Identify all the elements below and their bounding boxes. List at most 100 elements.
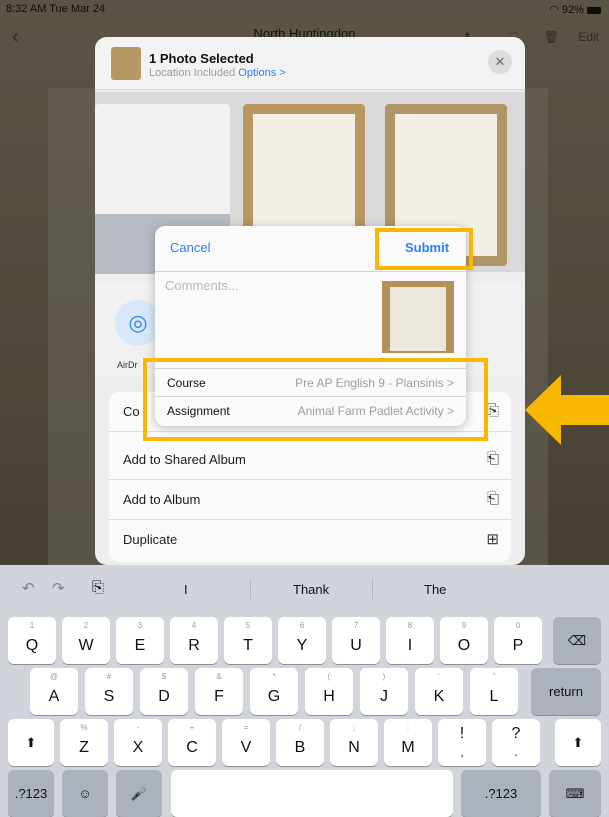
shared-album-icon: ⎗ xyxy=(486,450,499,467)
letter-key[interactable]: + C xyxy=(168,719,216,766)
key-hint: @ xyxy=(49,672,59,681)
key-label: P xyxy=(512,637,524,654)
letter-key[interactable]: :M xyxy=(384,719,432,766)
letter-key[interactable]: # S xyxy=(85,668,133,715)
key-label: N xyxy=(348,739,360,756)
comments-input[interactable]: Comments... xyxy=(165,278,380,353)
key-hint: - xyxy=(136,723,140,732)
letter-key[interactable]: 5T xyxy=(224,617,272,664)
letter-key[interactable]: -X xyxy=(114,719,162,766)
emoji-key[interactable]: ☺ xyxy=(62,770,108,817)
key-hint: + xyxy=(189,723,195,732)
letter-key[interactable]: % Z xyxy=(60,719,108,766)
letter-key[interactable]: 3E xyxy=(116,617,164,664)
letter-key[interactable]: ?. xyxy=(492,719,540,766)
action-add-shared-album[interactable]: Add to Shared Album ⎗ xyxy=(109,440,511,480)
letter-key[interactable]: ' K xyxy=(415,668,463,715)
share-title: 1 Photo Selected xyxy=(149,51,254,66)
dismiss-keyboard-key[interactable]: ⌨ xyxy=(549,770,601,817)
dictation-key[interactable]: 🎤 xyxy=(116,770,162,817)
key-secondary-label: . xyxy=(514,745,518,759)
redo-icon[interactable]: ↷ xyxy=(52,579,65,597)
letter-key[interactable]: @ A xyxy=(30,668,78,715)
key-hint: 5 xyxy=(245,621,251,630)
key-hint: 6 xyxy=(299,621,305,630)
letter-key[interactable]: " L xyxy=(470,668,518,715)
options-link[interactable]: Options > xyxy=(238,67,285,79)
cancel-button[interactable]: Cancel xyxy=(170,240,210,255)
keyboard-dismiss-icon: ⌨ xyxy=(565,786,585,801)
letter-key[interactable]: = V xyxy=(222,719,270,766)
microphone-icon: 🎤 xyxy=(130,786,148,801)
letter-key[interactable]: 0P xyxy=(494,617,542,664)
key-hint: ' xyxy=(438,672,440,681)
key-label: Y xyxy=(296,637,308,654)
letter-key[interactable]: 6Y xyxy=(278,617,326,664)
numbers-label: .?123 xyxy=(14,786,48,801)
return-label: return xyxy=(549,684,583,699)
key-label: ! xyxy=(459,725,465,742)
key-hint: 2 xyxy=(83,621,89,630)
add-album-icon: ⎗ xyxy=(486,490,499,507)
rows-highlight-box xyxy=(143,358,488,441)
letter-key[interactable]: 8I xyxy=(386,617,434,664)
copy-icon: ⎘ xyxy=(486,402,499,419)
key-label: E xyxy=(134,637,146,654)
letter-key[interactable]: $ D xyxy=(140,668,188,715)
key-hint: 1 xyxy=(29,621,35,630)
shift-icon: ⬆ xyxy=(572,735,584,750)
key-label: V xyxy=(240,739,252,756)
key-label: J xyxy=(380,688,388,705)
letter-key[interactable]: (H xyxy=(305,668,353,715)
undo-icon[interactable]: ↶ xyxy=(22,579,35,597)
space-bar[interactable] xyxy=(171,770,453,817)
shift-icon: ⬆ xyxy=(25,735,37,750)
suggestion-3[interactable]: The xyxy=(424,582,446,597)
key-hint: % xyxy=(80,723,88,732)
letter-key[interactable]: 9O xyxy=(440,617,488,664)
key-label: I xyxy=(407,637,413,654)
key-label: D xyxy=(158,688,170,705)
letter-key[interactable]: 2W xyxy=(62,617,110,664)
numbers-key-right[interactable]: .?123 xyxy=(461,770,541,817)
action-label: Co xyxy=(123,404,140,419)
key-hint: 0 xyxy=(515,621,521,630)
key-label: U xyxy=(350,637,362,654)
backspace-key[interactable]: ⌫ xyxy=(553,617,601,664)
shift-key-left[interactable]: ⬆ xyxy=(8,719,54,766)
emoji-icon: ☺ xyxy=(78,786,92,801)
return-key[interactable]: return xyxy=(531,668,601,715)
action-label: Add to Shared Album xyxy=(123,452,246,467)
key-hint: ) xyxy=(382,672,386,681)
paste-icon[interactable]: ⎘ xyxy=(92,579,104,596)
pointer-arrow-icon xyxy=(525,375,609,445)
key-hint: = xyxy=(243,723,249,732)
key-label: G xyxy=(267,688,281,705)
suggestion-2[interactable]: Thank xyxy=(293,582,329,597)
key-label: S xyxy=(103,688,115,705)
action-duplicate[interactable]: Duplicate ⊞ xyxy=(109,520,511,560)
close-button[interactable]: ✕ xyxy=(488,50,512,74)
shift-key-right[interactable]: ⬆ xyxy=(555,719,601,766)
key-label: X xyxy=(132,739,144,756)
letter-key[interactable]: * G xyxy=(250,668,298,715)
letter-key[interactable]: !, xyxy=(438,719,486,766)
action-add-album[interactable]: Add to Album ⎗ xyxy=(109,480,511,520)
letter-key[interactable]: 4R xyxy=(170,617,218,664)
letter-key[interactable]: & F xyxy=(195,668,243,715)
action-label: Add to Album xyxy=(123,492,201,507)
numbers-key-left[interactable]: .?123 xyxy=(8,770,54,817)
key-label: ? xyxy=(511,725,521,742)
suggestion-1[interactable]: I xyxy=(184,582,188,597)
key-hint: : xyxy=(406,723,410,732)
key-hint: / xyxy=(298,723,302,732)
letter-key[interactable]: 7U xyxy=(332,617,380,664)
letter-key[interactable]: 1Q xyxy=(8,617,56,664)
key-hint: ; xyxy=(352,723,356,732)
letter-key[interactable]: ; N xyxy=(330,719,378,766)
letter-key[interactable]: / B xyxy=(276,719,324,766)
attachment-thumbnail xyxy=(382,281,454,353)
key-label: F xyxy=(214,688,224,705)
document-page xyxy=(390,287,446,351)
letter-key[interactable]: ) J xyxy=(360,668,408,715)
